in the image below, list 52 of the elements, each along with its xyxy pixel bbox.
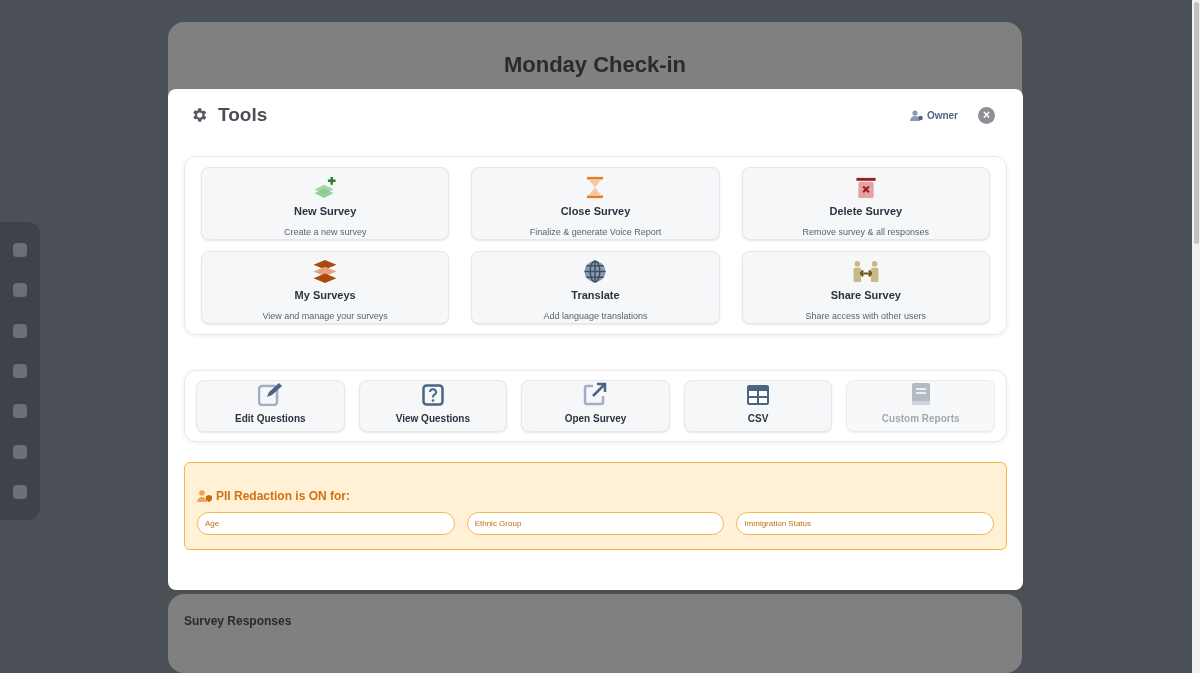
user-shield-icon bbox=[197, 490, 212, 502]
sidebar-icon[interactable] bbox=[13, 364, 27, 378]
action-button[interactable]: CSV bbox=[683, 380, 833, 432]
tool-description: Finalize & generate Voice Report bbox=[529, 225, 662, 239]
tool-title: Translate bbox=[571, 288, 620, 303]
sidebar-icon[interactable] bbox=[13, 404, 27, 419]
sidebar-icon[interactable] bbox=[13, 243, 27, 258]
question-icon bbox=[421, 384, 444, 406]
settings-icon bbox=[190, 106, 208, 124]
tool-card[interactable]: My Surveys View and manage your surveys bbox=[201, 251, 450, 324]
action-button[interactable]: Open Survey bbox=[521, 380, 670, 432]
section-title: Survey Responses bbox=[184, 613, 292, 631]
user-badge-icon bbox=[909, 109, 923, 121]
tool-title: New Survey bbox=[293, 204, 357, 219]
action-button[interactable]: Edit Questions bbox=[196, 380, 345, 432]
scrollbar-thumb[interactable] bbox=[1193, 2, 1199, 244]
action-button[interactable]: View Questions bbox=[358, 380, 508, 432]
sidebar-icon[interactable] bbox=[13, 283, 27, 298]
trash-icon bbox=[854, 176, 877, 199]
tool-card[interactable]: Delete Survey Remove survey & all responses bbox=[741, 167, 990, 240]
tool-description: Create a new survey bbox=[283, 225, 367, 239]
redacted-field[interactable]: Age bbox=[197, 512, 455, 535]
tool-description: View and manage your surveys bbox=[262, 309, 388, 323]
tool-card[interactable]: Close Survey Finalize & generate Voice Report bbox=[471, 167, 720, 240]
book-icon bbox=[910, 382, 931, 406]
tool-title: My Surveys bbox=[294, 288, 356, 303]
table-icon bbox=[746, 384, 771, 406]
tool-description: Share access with other users bbox=[805, 309, 927, 323]
tool-description: Remove survey & all responses bbox=[802, 225, 930, 239]
redacted-field[interactable]: Immigration Status bbox=[736, 512, 994, 535]
sidebar-icon[interactable] bbox=[13, 444, 27, 459]
layers-plus-icon bbox=[312, 176, 339, 199]
tool-title: Close Survey bbox=[560, 204, 631, 219]
external-link-icon bbox=[583, 382, 608, 406]
redacted-field[interactable]: Ethnic Group bbox=[466, 512, 725, 535]
modal-title: Tools bbox=[218, 102, 268, 127]
hourglass-icon bbox=[585, 176, 606, 199]
tool-description: Add language translations bbox=[543, 309, 648, 323]
page-title: Monday Check-in bbox=[503, 51, 687, 79]
globe-icon bbox=[583, 260, 608, 283]
layers-icon bbox=[312, 260, 339, 283]
tool-card[interactable]: Share Survey Share access with other users bbox=[741, 251, 990, 324]
role-label: Owner bbox=[926, 108, 958, 123]
tool-card[interactable]: Translate Add language translations bbox=[471, 251, 720, 324]
sidebar-icon[interactable] bbox=[13, 323, 27, 338]
tool-card[interactable]: New Survey Create a new survey bbox=[201, 167, 450, 240]
sidebar-icon[interactable] bbox=[13, 484, 27, 499]
tool-title: Share Survey bbox=[830, 288, 901, 303]
redaction-title: PII Redaction is ON for: bbox=[216, 488, 350, 505]
tool-title: Delete Survey bbox=[829, 204, 903, 219]
people-exchange-icon bbox=[851, 260, 880, 283]
edit-icon bbox=[258, 382, 283, 406]
